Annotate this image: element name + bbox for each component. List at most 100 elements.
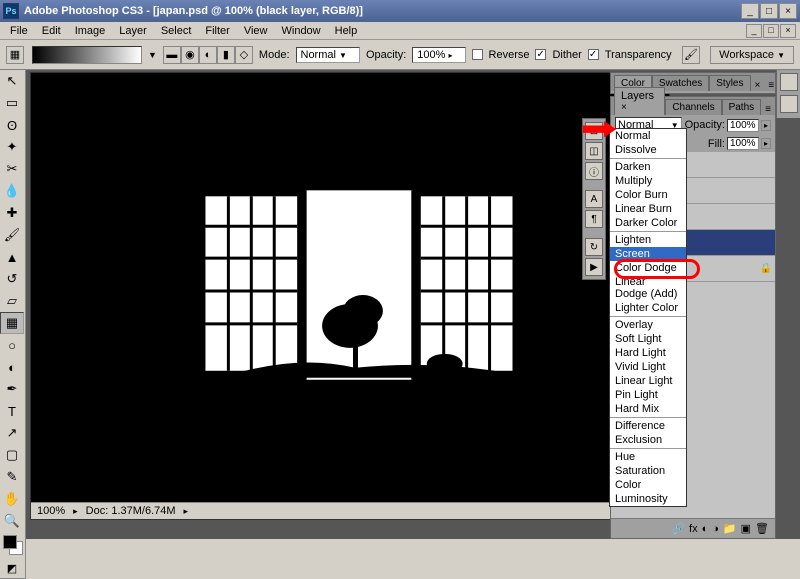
layer-fill-input[interactable]: 100% [727, 137, 759, 150]
link-icon[interactable]: 🔗 [671, 522, 685, 535]
type-tool-icon[interactable]: T [0, 400, 24, 422]
tab-layers[interactable]: Layers × [614, 87, 665, 115]
menu-window[interactable]: Window [276, 24, 327, 38]
reverse-checkbox[interactable] [472, 49, 483, 60]
blend-mode-dropdown[interactable]: Normal Dissolve Darken Multiply Color Bu… [609, 128, 687, 507]
heal-tool-icon[interactable]: ✚ [0, 202, 24, 224]
gradient-radial-icon[interactable]: ◉ [181, 46, 199, 64]
new-layer-icon[interactable]: ▣ [741, 522, 751, 535]
maximize-button[interactable]: □ [760, 3, 778, 19]
gradient-diamond-icon[interactable]: ◇ [235, 46, 253, 64]
gradient-reflected-icon[interactable]: ▮ [217, 46, 235, 64]
folder-icon[interactable]: 📁 [723, 522, 737, 535]
gradient-picker-arrow[interactable]: ▼ [148, 50, 157, 60]
blend-option-lightercolor[interactable]: Lighter Color [610, 301, 686, 315]
doc-close-button[interactable]: × [780, 24, 796, 38]
zoom-tool-icon[interactable]: 🔍 [0, 510, 24, 532]
actions-icon[interactable]: ▶ [585, 258, 603, 276]
fill-arrow-icon[interactable]: ▸ [761, 138, 771, 149]
eyedropper-tool-icon[interactable]: 💧 [0, 180, 24, 202]
opacity-arrow-icon[interactable]: ▸ [761, 120, 771, 131]
blend-option-colorburn[interactable]: Color Burn [610, 188, 686, 202]
layer-opacity-input[interactable]: 100% [727, 119, 759, 132]
fx-icon[interactable]: fx [689, 523, 698, 535]
minimize-button[interactable]: _ [741, 3, 759, 19]
hand-tool-icon[interactable]: ✋ [0, 488, 24, 510]
gradient-tool-icon[interactable]: ▦ [6, 46, 24, 64]
blend-option-luminosity[interactable]: Luminosity [610, 492, 686, 506]
tab-channels[interactable]: Channels [665, 99, 721, 115]
trash-icon[interactable]: 🗑 [755, 522, 769, 535]
blend-option-color[interactable]: Color [610, 478, 686, 492]
menu-image[interactable]: Image [69, 24, 112, 38]
path-tool-icon[interactable]: ↗ [0, 422, 24, 444]
close-button[interactable]: × [779, 3, 797, 19]
color-menu-icon[interactable]: ≡ [764, 80, 778, 91]
doc-maximize-button[interactable]: □ [763, 24, 779, 38]
move-tool-icon[interactable]: ↖ [0, 70, 24, 92]
gradient-angle-icon[interactable]: ◐ [199, 46, 217, 64]
history-brush-tool-icon[interactable]: ↺ [0, 268, 24, 290]
blend-option-darken[interactable]: Darken [610, 160, 686, 174]
info-icon[interactable]: ⓘ [585, 162, 603, 180]
blend-option-linearburn[interactable]: Linear Burn [610, 202, 686, 216]
blend-option-overlay[interactable]: Overlay [610, 318, 686, 332]
blend-option-normal[interactable]: Normal [610, 129, 686, 143]
blend-option-softlight[interactable]: Soft Light [610, 332, 686, 346]
wand-tool-icon[interactable]: ✦ [0, 136, 24, 158]
shape-tool-icon[interactable]: ▢ [0, 444, 24, 466]
menu-edit[interactable]: Edit [36, 24, 67, 38]
gradient-tool-icon[interactable]: ▦ [0, 312, 24, 334]
blend-option-hardmix[interactable]: Hard Mix [610, 402, 686, 416]
blend-option-saturation[interactable]: Saturation [610, 464, 686, 478]
menu-layer[interactable]: Layer [113, 24, 153, 38]
blend-option-linearlight[interactable]: Linear Light [610, 374, 686, 388]
adjustment-icon[interactable]: ◑ [712, 523, 719, 535]
layers-menu-icon[interactable]: ≡ [761, 104, 775, 115]
character-icon[interactable]: A [585, 190, 603, 208]
dock-collapse-icon[interactable] [780, 73, 798, 91]
canvas[interactable] [31, 73, 669, 519]
blend-option-multiply[interactable]: Multiply [610, 174, 686, 188]
zoom-level[interactable]: 100% [37, 505, 65, 517]
transparency-checkbox[interactable] [588, 49, 599, 60]
blend-option-vividlight[interactable]: Vivid Light [610, 360, 686, 374]
blend-option-dissolve[interactable]: Dissolve [610, 143, 686, 157]
menu-view[interactable]: View [238, 24, 274, 38]
pen-tool-icon[interactable]: ✒ [0, 378, 24, 400]
menu-help[interactable]: Help [329, 24, 364, 38]
brush-panel-icon[interactable]: 🖌 [682, 46, 700, 64]
blend-option-darkercolor[interactable]: Darker Color [610, 216, 686, 230]
mask-icon[interactable]: ◐ [702, 523, 709, 535]
tab-paths[interactable]: Paths [722, 99, 762, 115]
dock-icon[interactable] [780, 95, 798, 113]
eraser-tool-icon[interactable]: ▱ [0, 290, 24, 312]
tab-styles[interactable]: Styles [709, 75, 750, 91]
menu-file[interactable]: File [4, 24, 34, 38]
blend-option-hue[interactable]: Hue [610, 450, 686, 464]
dodge-tool-icon[interactable]: ◐ [0, 356, 24, 378]
quickmask-icon[interactable]: ◩ [0, 558, 24, 578]
lasso-tool-icon[interactable]: ʘ [0, 114, 24, 136]
stamp-tool-icon[interactable]: ▲ [0, 246, 24, 268]
color-close-icon[interactable]: × [751, 80, 765, 91]
marquee-tool-icon[interactable]: ▭ [0, 92, 24, 114]
notes-tool-icon[interactable]: ✎ [0, 466, 24, 488]
gradient-linear-icon[interactable]: ▬ [163, 46, 181, 64]
blur-tool-icon[interactable]: ○ [0, 334, 24, 356]
workspace-button[interactable]: Workspace ▼ [710, 46, 794, 64]
status-menu-icon[interactable]: ▸ [184, 506, 189, 517]
menu-filter[interactable]: Filter [199, 24, 235, 38]
history-icon[interactable]: ↻ [585, 238, 603, 256]
gradient-picker[interactable] [32, 46, 142, 64]
paragraph-icon[interactable]: ¶ [585, 210, 603, 228]
dither-checkbox[interactable] [535, 49, 546, 60]
menu-select[interactable]: Select [155, 24, 198, 38]
blend-option-pinlight[interactable]: Pin Light [610, 388, 686, 402]
crop-tool-icon[interactable]: ✂ [0, 158, 24, 180]
blend-option-difference[interactable]: Difference [610, 419, 686, 433]
blend-option-hardlight[interactable]: Hard Light [610, 346, 686, 360]
mode-select[interactable]: Normal ▼ [296, 47, 360, 63]
brush-tool-icon[interactable]: 🖌 [0, 224, 24, 246]
color-swatch[interactable] [0, 532, 25, 558]
